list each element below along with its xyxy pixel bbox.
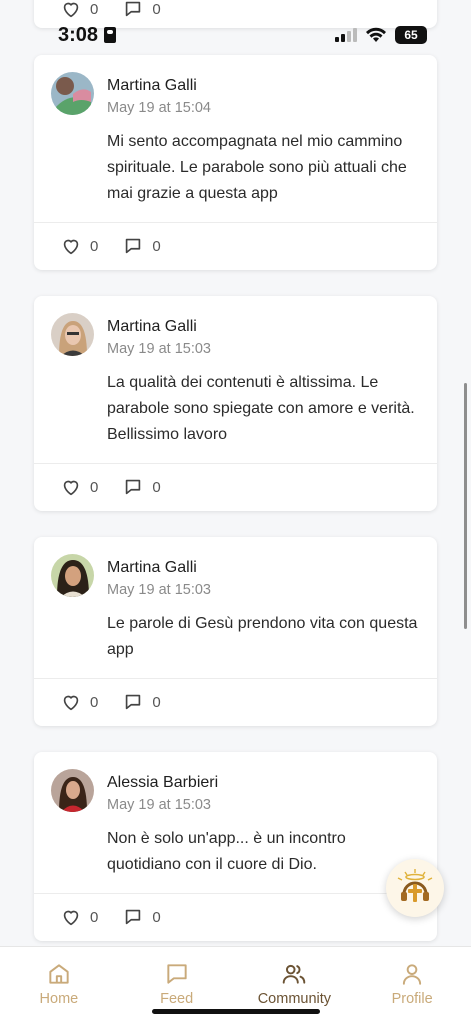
post-actions: 0 0 xyxy=(60,235,185,257)
home-indicator[interactable] xyxy=(152,1009,320,1014)
comment-icon xyxy=(126,909,141,925)
post-text: Le parole di Gesù prendono vita con ques… xyxy=(107,615,418,658)
battery-indicator: 65 xyxy=(395,26,427,44)
tab-label: Community xyxy=(257,991,332,1007)
home-icon xyxy=(49,964,69,984)
post-actions: 0 0 xyxy=(60,906,185,928)
chat-icon xyxy=(166,964,187,984)
post-author[interactable]: Martina Galli xyxy=(107,77,197,95)
signal-icon xyxy=(335,28,357,42)
like-count: 0 xyxy=(90,908,99,926)
comment-button[interactable]: 0 xyxy=(122,906,161,928)
like-button[interactable]: 0 xyxy=(60,691,98,713)
comment-icon xyxy=(126,694,141,710)
like-count: 0 xyxy=(90,478,99,496)
avatar[interactable] xyxy=(51,769,94,812)
post-date: May 19 at 15:04 xyxy=(107,100,211,116)
tab-profile[interactable]: Profile xyxy=(353,947,471,1024)
avatar[interactable] xyxy=(51,313,94,356)
users-icon xyxy=(283,964,306,984)
comment-icon xyxy=(126,1,141,17)
tab-label: Profile xyxy=(391,991,433,1007)
jesus-assistant-icon xyxy=(397,869,433,902)
community-screen: 0 0 3:08 65 Martina Galli May 19 at 15:0… xyxy=(0,0,471,1024)
heart-icon xyxy=(63,480,79,496)
comment-button[interactable]: 0 xyxy=(122,0,161,20)
comment-icon xyxy=(126,238,141,254)
post-text: La qualità dei contenuti è altissima. Le… xyxy=(107,374,415,443)
comment-button[interactable]: 0 xyxy=(122,691,161,713)
divider xyxy=(34,463,437,464)
like-button[interactable]: 0 xyxy=(60,0,98,20)
comment-count: 0 xyxy=(152,0,161,18)
comment-button[interactable]: 0 xyxy=(122,235,161,257)
focus-icon xyxy=(104,27,117,43)
user-icon xyxy=(403,964,422,985)
post-date: May 19 at 15:03 xyxy=(107,582,211,598)
clock: 3:08 xyxy=(58,23,99,46)
status-indicators: 65 xyxy=(335,26,427,44)
comment-count: 0 xyxy=(152,237,161,255)
divider xyxy=(34,893,437,894)
post-card: Martina Galli May 19 at 15:03 La qualità… xyxy=(34,296,437,511)
assistant-fab[interactable] xyxy=(386,859,444,917)
post-date: May 19 at 15:03 xyxy=(107,797,211,813)
post-card: Alessia Barbieri May 19 at 15:03 Non è s… xyxy=(34,752,437,941)
comment-button[interactable]: 0 xyxy=(122,476,161,498)
avatar[interactable] xyxy=(51,554,94,597)
like-button[interactable]: 0 xyxy=(60,235,98,257)
like-count: 0 xyxy=(90,693,99,711)
post-text: Non è solo un'app... è un incontro quoti… xyxy=(107,830,346,873)
heart-icon xyxy=(63,695,79,711)
tab-label: Feed xyxy=(160,991,194,1007)
tab-home[interactable]: Home xyxy=(0,947,118,1024)
comment-icon xyxy=(126,479,141,495)
status-time: 3:08 xyxy=(58,23,117,47)
divider xyxy=(34,222,437,223)
like-count: 0 xyxy=(90,0,99,18)
heart-icon xyxy=(63,239,79,255)
like-button[interactable]: 0 xyxy=(60,906,98,928)
post-author[interactable]: Martina Galli xyxy=(107,559,197,577)
comment-count: 0 xyxy=(152,693,161,711)
status-bar: 3:08 65 xyxy=(0,20,471,50)
post-text: Mi sento accompagnata nel mio cammino sp… xyxy=(107,133,407,202)
heart-icon xyxy=(63,2,79,18)
comment-count: 0 xyxy=(152,478,161,496)
post-card: Martina Galli May 19 at 15:03 Le parole … xyxy=(34,537,437,726)
scroll-indicator[interactable] xyxy=(464,383,467,629)
tab-label: Home xyxy=(39,991,79,1007)
post-date: May 19 at 15:03 xyxy=(107,341,211,357)
post-actions: 0 0 xyxy=(60,0,185,20)
like-button[interactable]: 0 xyxy=(60,476,98,498)
heart-icon xyxy=(63,910,79,926)
comment-count: 0 xyxy=(152,908,161,926)
post-author[interactable]: Alessia Barbieri xyxy=(107,774,218,792)
post-actions: 0 0 xyxy=(60,476,185,498)
divider xyxy=(34,678,437,679)
avatar[interactable] xyxy=(51,72,94,115)
post-card: Martina Galli May 19 at 15:04 Mi sento a… xyxy=(34,55,437,270)
like-count: 0 xyxy=(90,237,99,255)
post-author[interactable]: Martina Galli xyxy=(107,318,197,336)
post-actions: 0 0 xyxy=(60,691,185,713)
wifi-icon xyxy=(366,27,386,42)
